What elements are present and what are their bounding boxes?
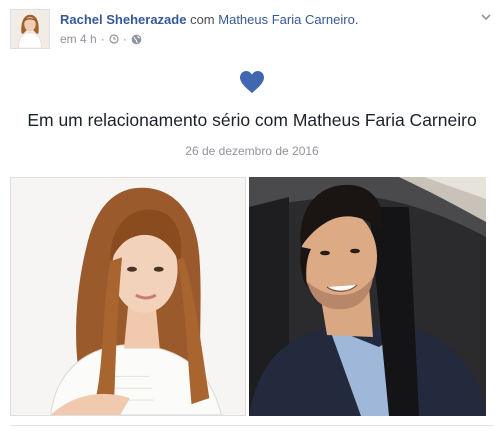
globe-icon[interactable] xyxy=(131,34,142,45)
life-event-title: Em um relacionamento sério com Matheus F… xyxy=(27,110,477,130)
clock-icon xyxy=(109,34,119,44)
life-event: Em um relacionamento sério com Matheus F… xyxy=(0,70,504,158)
photo-grid xyxy=(10,177,486,416)
with-label: com xyxy=(190,12,215,27)
heart-icon xyxy=(240,71,264,93)
title-period: . xyxy=(354,12,359,27)
chevron-down-icon[interactable] xyxy=(478,9,494,25)
post-header: Rachel Sheherazade com Matheus Faria Car… xyxy=(10,9,494,51)
photo-rachel[interactable] xyxy=(10,177,246,416)
feed-post: Rachel Sheherazade com Matheus Faria Car… xyxy=(0,0,504,435)
post-meta: em 4 h · · xyxy=(60,32,142,46)
post-title-line: Rachel Sheherazade com Matheus Faria Car… xyxy=(60,12,358,27)
post-footer-divider xyxy=(10,425,494,426)
tagged-person-link[interactable]: Matheus Faria Carneiro xyxy=(218,12,355,27)
author-avatar[interactable] xyxy=(10,9,50,49)
author-name-link[interactable]: Rachel Sheherazade xyxy=(60,12,186,27)
meta-separator-dot: · xyxy=(100,32,105,46)
photo-matheus[interactable] xyxy=(249,177,486,416)
meta-separator-dot-2: · xyxy=(122,32,127,46)
post-timestamp-link[interactable]: em 4 h xyxy=(60,32,97,46)
life-event-date: 26 de dezembro de 2016 xyxy=(185,144,319,158)
